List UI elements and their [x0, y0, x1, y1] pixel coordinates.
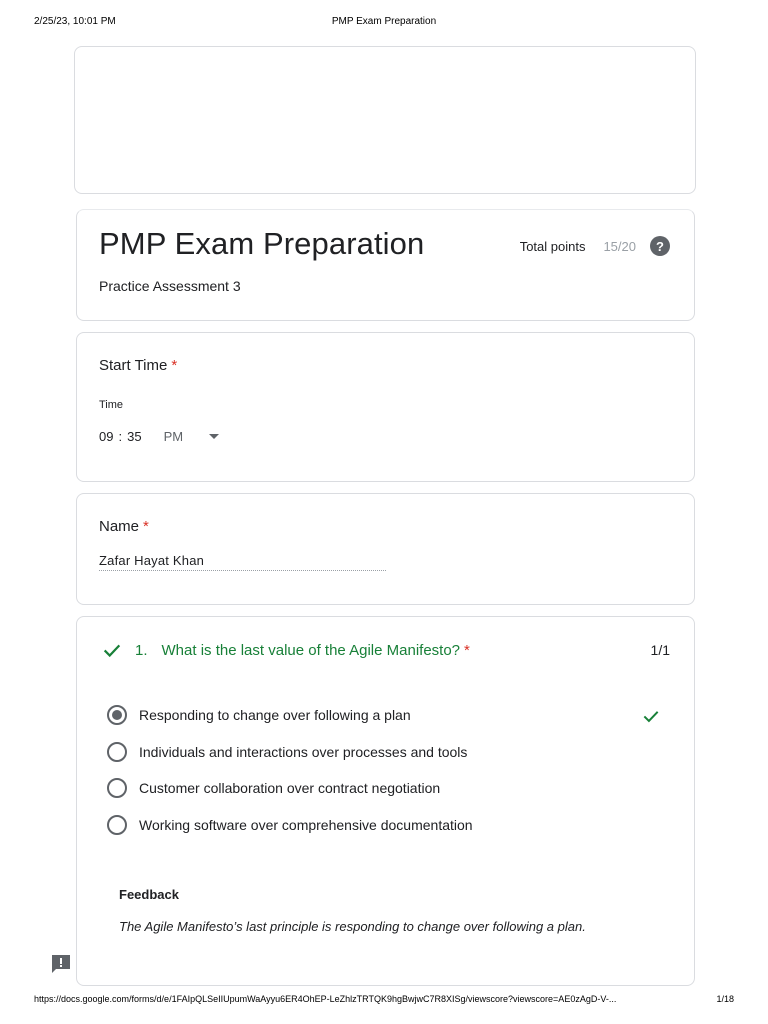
radio-selected-icon[interactable] [107, 705, 127, 726]
feedback-section: Feedback The Agile Manifesto’s last prin… [119, 887, 652, 934]
feedback-text: The Agile Manifesto’s last principle is … [119, 919, 586, 934]
header-banner [74, 46, 696, 194]
question-1-header: 1. What is the last value of the Agile M… [101, 639, 670, 661]
radio-unselected-icon[interactable] [107, 741, 127, 762]
correct-answer-check-icon [643, 711, 659, 723]
dropdown-arrow-icon [209, 434, 220, 439]
required-asterisk: * [171, 357, 178, 374]
correct-check-icon [103, 644, 121, 658]
start-time-title: Start Time * [99, 357, 177, 374]
answer-option[interactable]: Individuals and interactions over proces… [107, 734, 664, 771]
feedback-label: Feedback [119, 887, 179, 902]
time-input[interactable]: 09 : 35 PM [99, 429, 220, 444]
radio-unselected-icon[interactable] [107, 778, 127, 799]
ampm-value: PM [163, 429, 184, 444]
print-url: https://docs.google.com/forms/d/e/1FAIpQ… [34, 994, 617, 1004]
total-points-label: Total points [519, 238, 586, 254]
name-label: Name [99, 518, 140, 535]
form-title: PMP Exam Preparation [99, 226, 425, 261]
option-label: Responding to change over following a pl… [139, 707, 411, 724]
answer-option[interactable]: Responding to change over following a pl… [107, 697, 664, 734]
help-icon[interactable]: ? [650, 236, 670, 256]
report-feedback-icon[interactable] [50, 954, 72, 974]
question-score: 1/1 [650, 642, 670, 658]
answer-option[interactable]: Working software over comprehensive docu… [107, 807, 664, 844]
time-minute[interactable]: 35 [127, 429, 141, 444]
time-separator: : [118, 429, 123, 444]
option-label: Individuals and interactions over proces… [139, 743, 468, 760]
option-label: Customer collaboration over contract neg… [139, 780, 441, 797]
question-number: 1. [135, 641, 148, 659]
total-points: Total points 15/20 ? [520, 236, 670, 256]
required-asterisk: * [464, 641, 470, 659]
start-time-question: Start Time * Time 09 : 35 PM [76, 332, 695, 482]
option-label: Working software over comprehensive docu… [139, 816, 473, 833]
total-points-score: 15/20 [603, 238, 636, 254]
ampm-select[interactable]: PM [164, 429, 220, 444]
time-label: Time [99, 399, 124, 411]
required-asterisk: * [143, 518, 149, 535]
page-number: 1/18 [716, 994, 734, 1004]
radio-unselected-icon[interactable] [107, 814, 127, 835]
answer-option[interactable]: Customer collaboration over contract neg… [107, 770, 664, 807]
question-text: What is the last value of the Agile Mani… [161, 641, 461, 659]
name-question: Name * Zafar Hayat Khan [76, 493, 695, 605]
form-description: Practice Assessment 3 [99, 278, 241, 294]
time-hour[interactable]: 09 [99, 429, 113, 444]
print-document-title: PMP Exam Preparation [331, 16, 437, 27]
answer-options: Responding to change over following a pl… [107, 697, 664, 843]
form-title-card: PMP Exam Preparation Practice Assessment… [76, 209, 695, 321]
name-input[interactable]: Zafar Hayat Khan [99, 553, 386, 571]
print-header: 2/25/23, 10:01 PM PMP Exam Preparation [34, 16, 734, 30]
start-time-label: Start Time [99, 357, 168, 374]
name-title: Name * [99, 518, 149, 535]
question-1-card: 1. What is the last value of the Agile M… [76, 616, 695, 986]
